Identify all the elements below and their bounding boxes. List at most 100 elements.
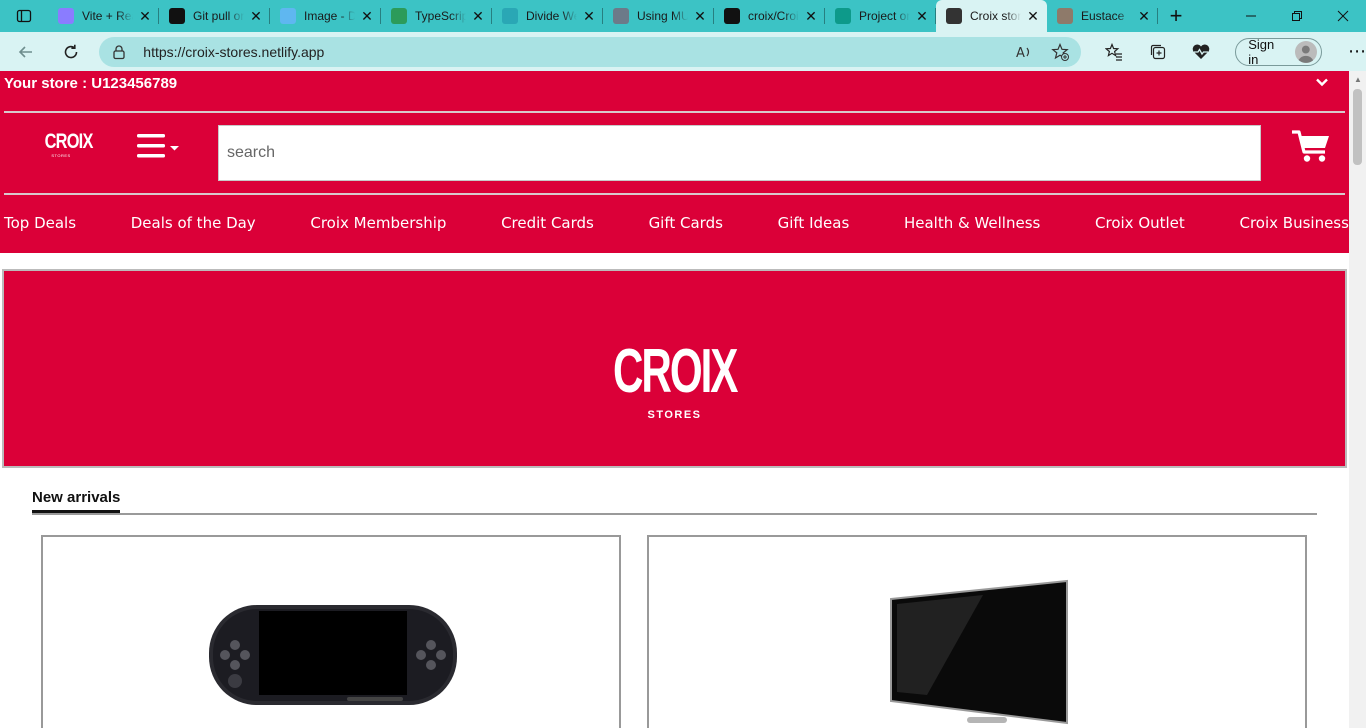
sign-in-button[interactable]: Sign in [1235, 36, 1322, 67]
category-nav: Top Deals Deals of the Day Croix Membershi… [4, 214, 1349, 232]
profile-avatar-icon [1295, 40, 1317, 63]
lock-icon[interactable] [111, 44, 127, 60]
toolbar-icons: Sign in ⋯ [1099, 37, 1366, 67]
product-card[interactable] [647, 535, 1307, 728]
collections-button[interactable] [1142, 37, 1174, 67]
product-card[interactable] [41, 535, 621, 728]
restore-button[interactable] [1274, 0, 1320, 32]
category-link[interactable]: Gift Ideas [778, 214, 850, 232]
tab-close-icon[interactable]: ✕ [803, 8, 819, 24]
tab-title: Croix stores [970, 9, 1021, 23]
tab-close-icon[interactable]: ✕ [1025, 8, 1041, 24]
read-aloud-icon[interactable]: A [1015, 43, 1033, 61]
tab-close-icon[interactable]: ✕ [248, 8, 264, 24]
add-favorite-icon[interactable] [1050, 42, 1069, 61]
scroll-up-icon[interactable]: ▲ [1354, 75, 1362, 84]
vite-icon [58, 8, 74, 24]
tab-title: Vite + React [82, 9, 133, 23]
tv-image [890, 579, 1068, 725]
new-tab-button[interactable]: + [1158, 0, 1194, 32]
store-prefix: Your store : [4, 75, 92, 92]
browser-tab-bar: Vite + React✕Git pull origin✕Image - Dis… [0, 0, 1366, 32]
tab-close-icon[interactable]: ✕ [137, 8, 153, 24]
tab-close-icon[interactable]: ✕ [692, 8, 708, 24]
lightning-icon [280, 8, 296, 24]
category-link[interactable]: Credit Cards [501, 214, 594, 232]
hero-banner[interactable]: CROIX STORES [2, 269, 1347, 468]
collections-icon [1150, 44, 1166, 59]
category-link[interactable]: Top Deals [4, 214, 76, 232]
browser-tab[interactable]: Vite + React ✕ [48, 0, 159, 32]
scrollbar-thumb[interactable] [1353, 89, 1362, 165]
browser-tab[interactable]: Using MUI ✕ [603, 0, 714, 32]
tab-title: croix/Croix [748, 9, 799, 23]
category-link[interactable]: Health & Wellness [904, 214, 1040, 232]
croix-logo[interactable]: CROIX STORES [40, 130, 94, 159]
tab-close-icon[interactable]: ✕ [914, 8, 930, 24]
logo-word: CROIX [44, 130, 94, 153]
store-selector[interactable]: Your store : U123456789 [4, 75, 177, 92]
tab-title: Git pull origin [193, 9, 244, 23]
more-dots-icon: ⋯ [1347, 41, 1366, 61]
banner-logo-sub: STORES [647, 409, 702, 421]
chatgpt-icon [169, 8, 185, 24]
browser-tab[interactable]: TypeScript ✕ [381, 0, 492, 32]
tab-title: Eustace [1081, 9, 1125, 23]
search-input[interactable] [218, 125, 1261, 181]
url-text[interactable]: https://croix-stores.netlify.app [143, 44, 324, 60]
browser-essentials-button[interactable] [1186, 37, 1218, 67]
browser-tab[interactable]: Git pull origin ✕ [159, 0, 270, 32]
browser-tab[interactable]: Image - Discord ✕ [270, 0, 381, 32]
github-icon [724, 8, 740, 24]
refresh-icon [65, 44, 78, 58]
sign-in-label: Sign in [1248, 36, 1275, 67]
back-button[interactable] [6, 36, 46, 68]
minimize-button[interactable] [1228, 0, 1274, 32]
close-icon [1337, 10, 1349, 22]
tab-actions-icon [16, 9, 32, 23]
close-window-button[interactable] [1320, 0, 1366, 32]
chevron-down-icon[interactable] [1315, 75, 1329, 89]
favorites-icon [1105, 42, 1123, 61]
tab-close-icon[interactable]: ✕ [1136, 8, 1152, 24]
doc-icon [613, 8, 629, 24]
address-toolbar: https://croix-stores.netlify.app A Sign … [0, 32, 1366, 71]
header-divider-top [4, 111, 1345, 113]
browser-tab[interactable]: Croix stores ✕ [936, 0, 1047, 32]
section-title-new-arrivals: New arrivals [32, 489, 121, 513]
category-link[interactable]: Croix Business [1239, 214, 1348, 232]
svg-text:A: A [1016, 46, 1025, 61]
tab-close-icon[interactable]: ✕ [359, 8, 375, 24]
hamburger-menu-icon[interactable] [137, 134, 181, 160]
tab-close-icon[interactable]: ✕ [581, 8, 597, 24]
shopping-cart-icon[interactable] [1292, 129, 1330, 163]
favorites-button[interactable] [1099, 37, 1131, 67]
category-link[interactable]: Croix Membership [310, 214, 446, 232]
category-link[interactable]: Gift Cards [649, 214, 723, 232]
section-divider [32, 513, 1317, 515]
window-controls [1228, 0, 1366, 32]
browser-tab[interactable]: croix/Croix ✕ [714, 0, 825, 32]
vue-icon [1057, 8, 1073, 24]
web-icon [502, 8, 518, 24]
browser-tab[interactable]: Project on ✕ [825, 0, 936, 32]
category-link[interactable]: Croix Outlet [1095, 214, 1185, 232]
page-scrollbar[interactable]: ▲ [1349, 71, 1366, 728]
tab-title: TypeScript [415, 9, 466, 23]
category-link[interactable]: Deals of the Day [131, 214, 256, 232]
browser-tab[interactable]: Divide Web ✕ [492, 0, 603, 32]
tab-close-icon[interactable]: ✕ [470, 8, 486, 24]
refresh-button[interactable] [52, 36, 92, 68]
browser-tab[interactable]: Eustace ✕ [1047, 0, 1158, 32]
address-bar[interactable]: https://croix-stores.netlify.app A [99, 36, 1081, 67]
restore-icon [1292, 11, 1302, 21]
settings-more-button[interactable]: ⋯ [1348, 41, 1366, 62]
tab-title: Using MUI [637, 9, 688, 23]
minimize-icon [1246, 15, 1256, 17]
site-header: Your store : U123456789 CROIX STORES Top… [0, 71, 1349, 253]
diamond-icon [835, 8, 851, 24]
psp-image [209, 605, 457, 705]
header-divider-bottom [4, 193, 1345, 195]
plus-icon: + [1169, 3, 1183, 28]
tab-actions-button[interactable] [0, 0, 48, 32]
